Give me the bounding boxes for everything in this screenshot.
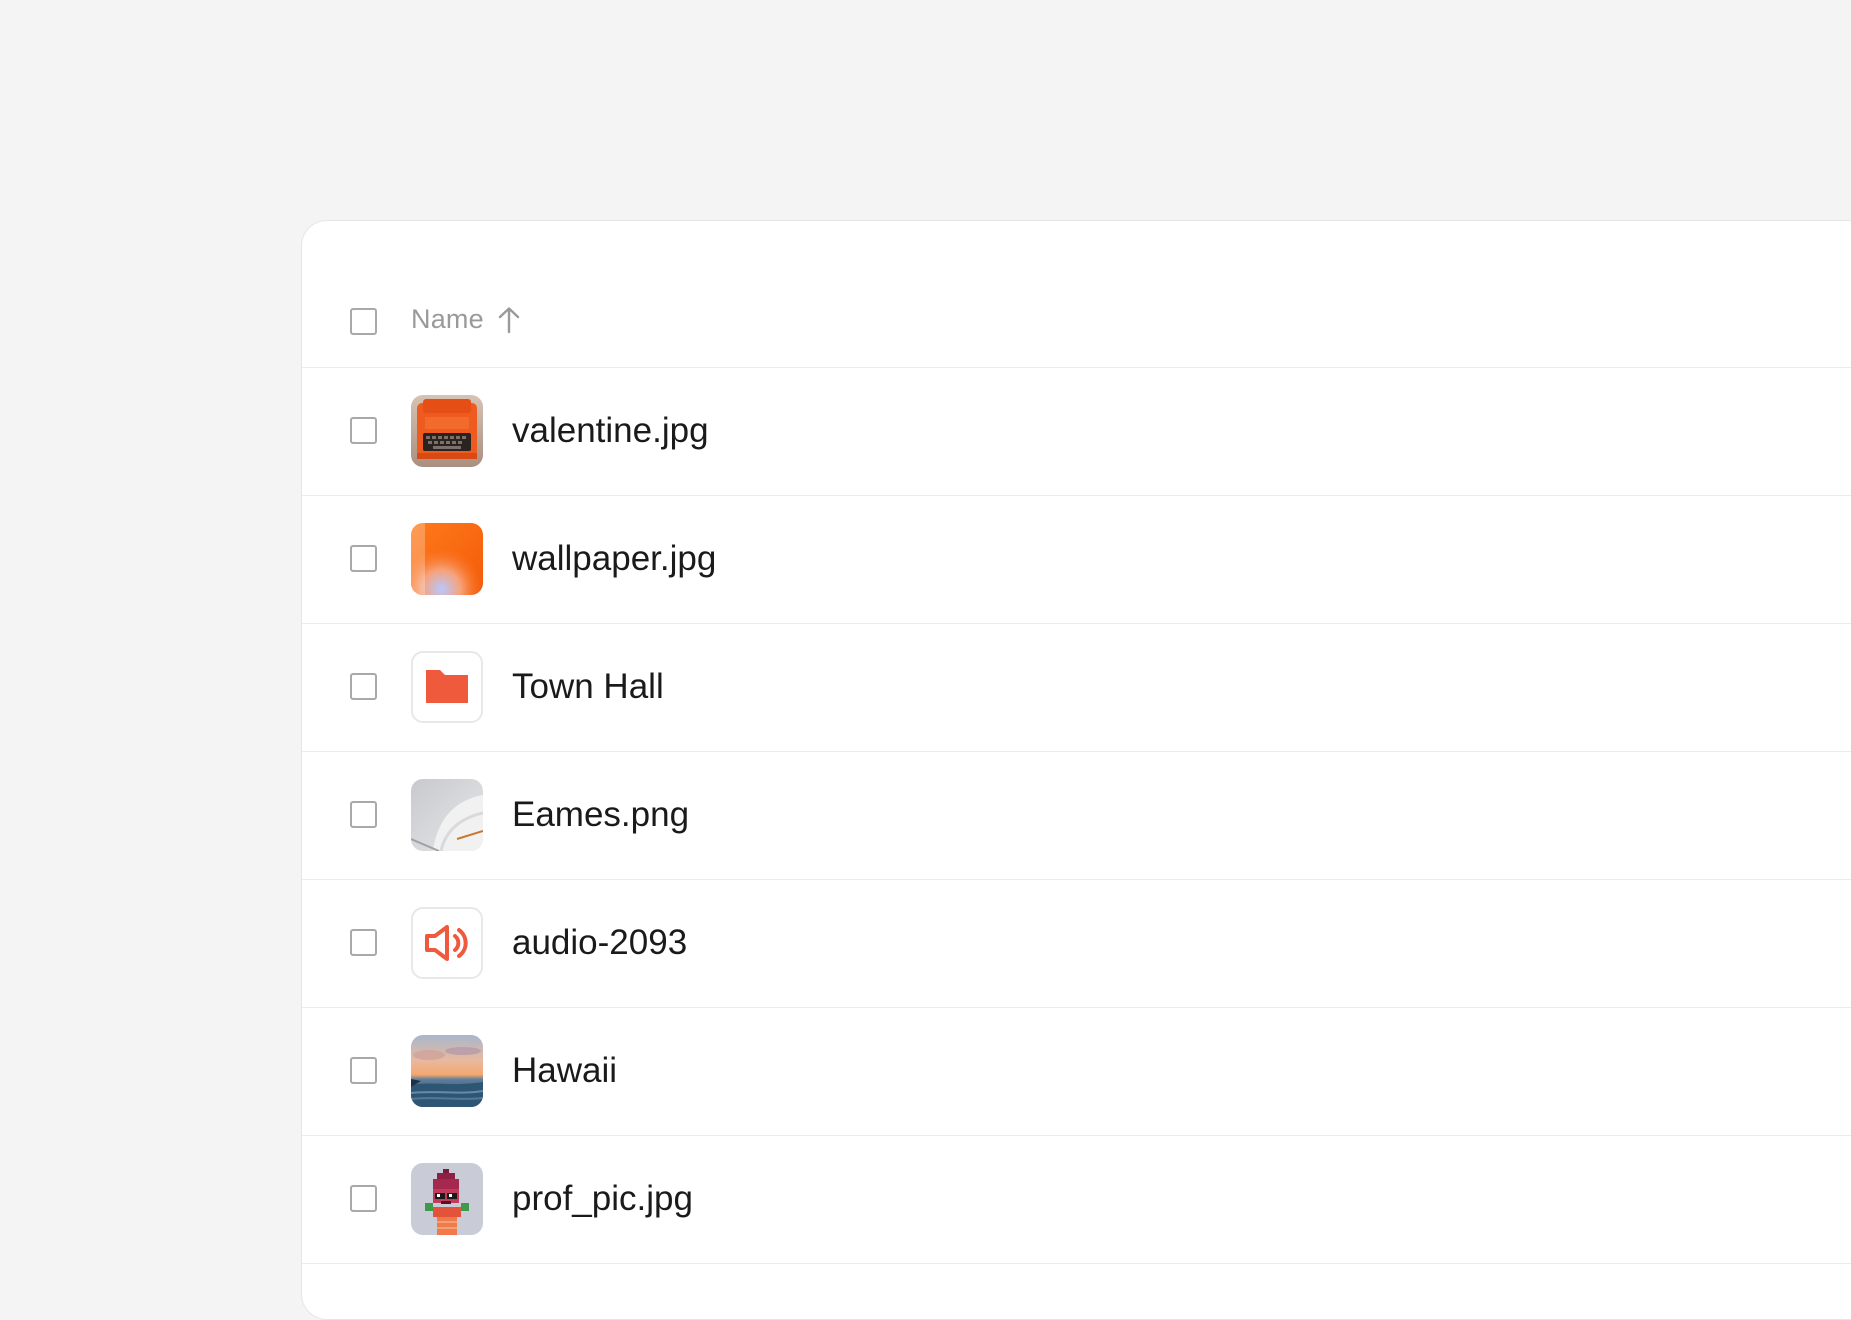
table-row[interactable]: prof_pic.jpg bbox=[302, 1136, 1851, 1264]
file-name: wallpaper.jpg bbox=[512, 539, 717, 578]
file-name: audio-2093 bbox=[512, 923, 688, 962]
table-row[interactable]: Eames.png bbox=[302, 752, 1851, 880]
file-name: valentine.jpg bbox=[512, 411, 709, 450]
avatar-thumbnail bbox=[411, 1163, 483, 1235]
sunset-photo-thumbnail bbox=[411, 1035, 483, 1107]
table-row[interactable]: Town Hall bbox=[302, 624, 1851, 752]
table-row[interactable]: Hawaii bbox=[302, 1008, 1851, 1136]
file-name: Hawaii bbox=[512, 1051, 618, 1090]
file-name: Eames.png bbox=[512, 795, 690, 834]
row-checkbox[interactable] bbox=[350, 1057, 377, 1084]
row-checkbox[interactable] bbox=[350, 673, 377, 700]
gradient-wallpaper-thumbnail bbox=[411, 523, 483, 595]
typewriter-thumbnail bbox=[411, 395, 483, 467]
file-list-panel: Name valentine.jpg wallpaper.jpg Town Ha… bbox=[301, 220, 1851, 1320]
table-header: Name bbox=[302, 221, 1851, 368]
file-name: Town Hall bbox=[512, 667, 664, 706]
row-checkbox[interactable] bbox=[350, 929, 377, 956]
row-checkbox[interactable] bbox=[350, 417, 377, 444]
table-row[interactable]: wallpaper.jpg bbox=[302, 496, 1851, 624]
row-checkbox[interactable] bbox=[350, 545, 377, 572]
select-all-checkbox[interactable] bbox=[350, 308, 377, 335]
row-checkbox[interactable] bbox=[350, 801, 377, 828]
file-name: prof_pic.jpg bbox=[512, 1179, 693, 1218]
arrow-up-icon bbox=[498, 306, 520, 333]
chair-photo-thumbnail bbox=[411, 779, 483, 851]
row-checkbox[interactable] bbox=[350, 1185, 377, 1212]
speaker-icon bbox=[411, 907, 483, 979]
folder-icon bbox=[411, 651, 483, 723]
table-row[interactable]: audio-2093 bbox=[302, 880, 1851, 1008]
name-column-label: Name bbox=[411, 304, 484, 334]
name-column-header[interactable]: Name bbox=[411, 304, 522, 335]
table-row[interactable]: valentine.jpg bbox=[302, 368, 1851, 496]
file-rows: valentine.jpg wallpaper.jpg Town Hall Ea… bbox=[302, 368, 1851, 1264]
